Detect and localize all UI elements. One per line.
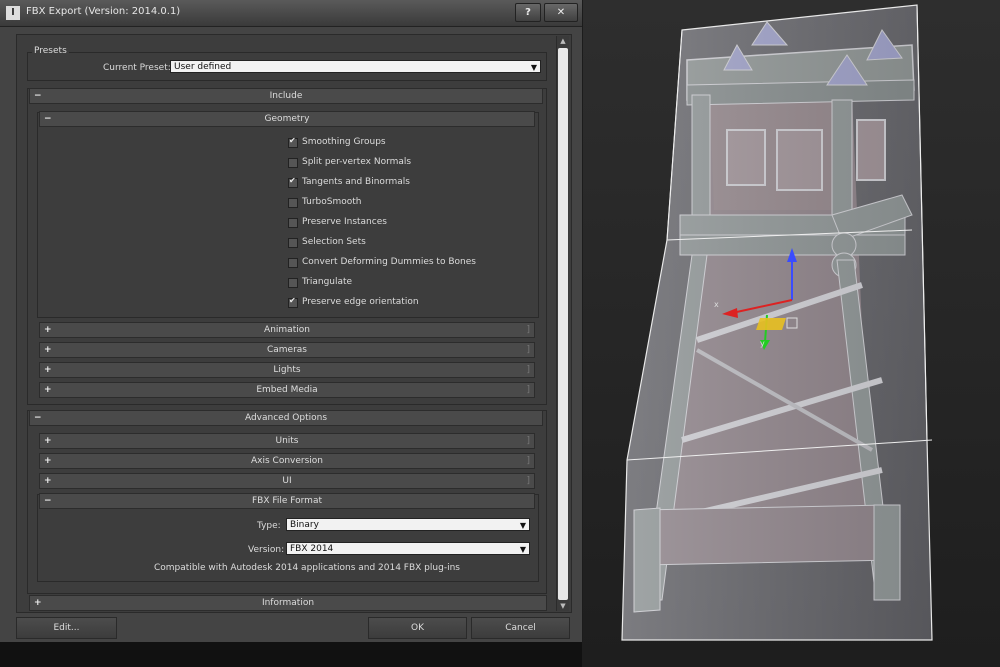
fbx-format-label: FBX File Format	[251, 496, 322, 506]
geometry-option-checkbox[interactable]	[288, 238, 298, 248]
presets-group-label: Presets	[32, 46, 69, 56]
expand-icon: +	[44, 476, 52, 486]
geometry-option-checkbox[interactable]	[288, 218, 298, 228]
geometry-rollout-header[interactable]: − Geometry	[39, 111, 535, 127]
rollout-label: Lights	[273, 365, 301, 375]
collapse-icon: −	[34, 413, 42, 423]
cancel-button[interactable]: Cancel	[471, 617, 570, 639]
information-label: Information	[261, 598, 315, 608]
geometry-option-checkbox[interactable]	[288, 198, 298, 208]
app-icon: Ⅰ	[6, 6, 20, 20]
rollout-edge: ]	[526, 325, 530, 335]
expand-icon: +	[44, 325, 52, 335]
geometry-option-label[interactable]: Smoothing Groups	[302, 137, 386, 147]
rollout-cameras[interactable]: + Cameras]	[39, 342, 535, 358]
compatibility-note: Compatible with Autodesk 2014 applicatio…	[154, 563, 460, 573]
rollout-label: UI	[282, 476, 292, 486]
expand-icon: +	[44, 456, 52, 466]
include-label: Include	[269, 91, 303, 101]
rollout-axis-conversion[interactable]: + Axis Conversion]	[39, 453, 535, 469]
edit-button[interactable]: Edit...	[16, 617, 117, 639]
scroll-down-icon[interactable]: ▼	[557, 601, 569, 611]
version-label: Version:	[248, 545, 285, 555]
collapse-icon: −	[34, 91, 42, 101]
rollout-edge: ]	[526, 456, 530, 466]
geometry-option-checkbox[interactable]	[288, 258, 298, 268]
rollout-ui[interactable]: + UI]	[39, 473, 535, 489]
type-value: Binary	[290, 520, 319, 530]
advanced-rollout-header[interactable]: − Advanced Options	[29, 410, 543, 426]
current-preset-dropdown[interactable]: User defined ▼	[170, 60, 541, 73]
geometry-label: Geometry	[264, 114, 310, 124]
type-label: Type:	[257, 521, 281, 531]
geometry-option-label[interactable]: Triangulate	[302, 277, 352, 287]
rollout-edge: ]	[526, 365, 530, 375]
window-title: FBX Export (Version: 2014.0.1)	[26, 6, 181, 17]
scrollbar-thumb[interactable]	[558, 48, 568, 600]
rollout-label: Animation	[264, 325, 310, 335]
collapse-icon: −	[44, 496, 52, 506]
geometry-option-label[interactable]: Split per-vertex Normals	[302, 157, 411, 167]
expand-icon: +	[44, 365, 52, 375]
collapse-icon: −	[44, 114, 52, 124]
information-rollout-header[interactable]: + Information	[29, 595, 547, 611]
version-dropdown[interactable]: FBX 2014 ▼	[286, 542, 530, 555]
advanced-label: Advanced Options	[244, 413, 328, 423]
help-button[interactable]: ?	[515, 3, 541, 22]
geometry-option-label[interactable]: Convert Deforming Dummies to Bones	[302, 257, 476, 267]
rollout-edge: ]	[526, 476, 530, 486]
fbx-export-dialog: Ⅰ FBX Export (Version: 2014.0.1) ? ✕ ▲ ▼…	[0, 0, 583, 642]
rollout-animation[interactable]: + Animation]	[39, 322, 535, 338]
chevron-down-icon: ▼	[530, 63, 537, 72]
rollout-edge: ]	[526, 436, 530, 446]
geometry-option-label[interactable]: Selection Sets	[302, 237, 366, 247]
geometry-option-label[interactable]: Preserve Instances	[302, 217, 387, 227]
rollout-lights[interactable]: + Lights]	[39, 362, 535, 378]
chevron-down-icon: ▼	[519, 521, 526, 530]
geometry-option-checkbox[interactable]	[288, 296, 298, 308]
rollout-label: Units	[275, 436, 299, 446]
rollout-label: Embed Media	[256, 385, 318, 395]
rollout-label: Cameras	[266, 345, 307, 355]
ok-button[interactable]: OK	[368, 617, 467, 639]
expand-icon: +	[44, 436, 52, 446]
title-bar[interactable]: Ⅰ FBX Export (Version: 2014.0.1) ? ✕	[0, 0, 582, 27]
scrollbar[interactable]: ▲ ▼	[556, 36, 569, 611]
geometry-option-checkbox[interactable]	[288, 158, 298, 168]
close-icon[interactable]: ✕	[557, 7, 565, 18]
type-dropdown[interactable]: Binary ▼	[286, 518, 530, 531]
close-button[interactable]: ✕	[544, 3, 578, 22]
geometry-option-label[interactable]: TurboSmooth	[302, 197, 361, 207]
include-rollout-header[interactable]: − Include	[29, 88, 543, 104]
viewport[interactable]: x y	[582, 0, 1000, 667]
rollout-label: Axis Conversion	[251, 456, 323, 466]
rollout-edge: ]	[526, 385, 530, 395]
geometry-option-checkbox[interactable]	[288, 176, 298, 188]
gizmo-x-label: x	[714, 300, 719, 309]
chevron-down-icon: ▼	[519, 545, 526, 554]
version-value: FBX 2014	[290, 544, 334, 554]
rollout-units[interactable]: + Units]	[39, 433, 535, 449]
fbx-format-rollout-header[interactable]: − FBX File Format	[39, 493, 535, 509]
expand-icon: +	[44, 345, 52, 355]
scroll-up-icon[interactable]: ▲	[557, 36, 569, 46]
tower-model[interactable]: x y	[582, 0, 1000, 667]
expand-icon: +	[44, 385, 52, 395]
geometry-option-label[interactable]: Tangents and Binormals	[302, 177, 410, 187]
geometry-option-checkbox[interactable]	[288, 278, 298, 288]
geometry-option-label[interactable]: Preserve edge orientation	[302, 297, 419, 307]
rollout-edge: ]	[526, 345, 530, 355]
rollout-embed-media[interactable]: + Embed Media]	[39, 382, 535, 398]
geometry-option-checkbox[interactable]	[288, 136, 298, 148]
gizmo-y-label: y	[760, 339, 765, 348]
current-preset-value: User defined	[174, 62, 232, 72]
expand-icon: +	[34, 598, 42, 608]
current-preset-label: Current Preset:	[103, 63, 171, 73]
